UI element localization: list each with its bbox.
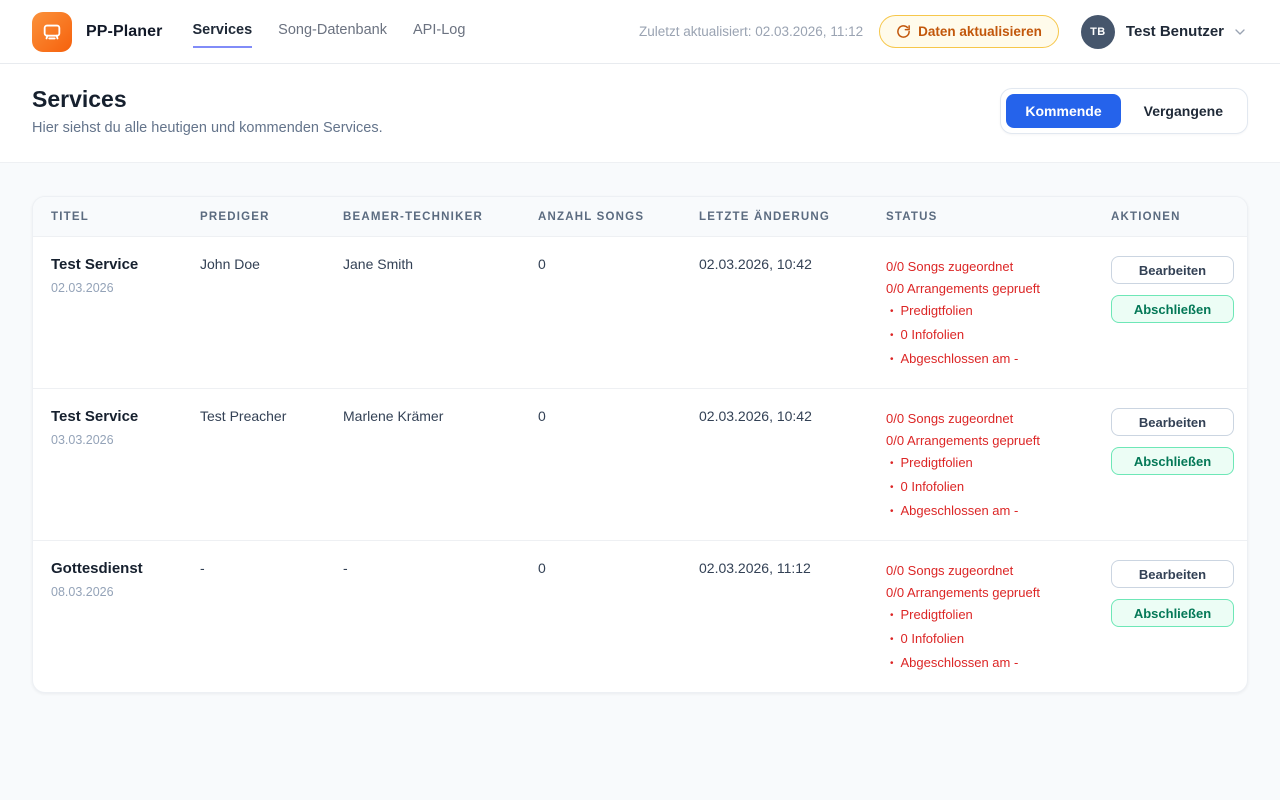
service-title: Test Service [51, 408, 172, 425]
anzahl-songs-cell: 0 [520, 541, 681, 692]
status-line: 0/0 Arrangements geprueft [886, 582, 1083, 604]
status-line: 0/0 Arrangements geprueft [886, 278, 1083, 300]
column-header-letzte-aenderung: Letzte Änderung [681, 197, 868, 236]
status-line: Abgeschlossen am - [886, 500, 1083, 524]
status-cell: 0/0 Songs zugeordnet 0/0 Arrangements ge… [868, 389, 1093, 540]
column-header-aktionen: Aktionen [1093, 197, 1247, 236]
nav-item-services[interactable]: Services [193, 16, 253, 48]
service-date: 03.03.2026 [51, 433, 172, 447]
anzahl-songs-cell: 0 [520, 389, 681, 540]
main-nav: Services Song-Datenbank API-Log [193, 16, 466, 48]
refresh-icon [896, 24, 911, 39]
actions-cell: Bearbeiten Abschließen [1093, 541, 1248, 692]
beamer-techniker-cell: Marlene Krämer [325, 389, 520, 540]
actions-cell: Bearbeiten Abschließen [1093, 389, 1248, 540]
status-line: Abgeschlossen am - [886, 652, 1083, 676]
prediger-cell: Test Preacher [182, 389, 325, 540]
status-cell: 0/0 Songs zugeordnet 0/0 Arrangements ge… [868, 237, 1093, 388]
letzte-aenderung-cell: 02.03.2026, 10:42 [681, 237, 868, 388]
table-row: Gottesdienst 08.03.2026 - - 0 02.03.2026… [33, 541, 1247, 692]
page-header: Services Hier siehst du alle heutigen un… [0, 64, 1280, 163]
table-header-row: Titel Prediger Beamer-Techniker Anzahl S… [33, 197, 1247, 237]
beamer-techniker-cell: Jane Smith [325, 237, 520, 388]
table-row: Test Service 02.03.2026 John Doe Jane Sm… [33, 237, 1247, 389]
status-line: 0 Infofolien [886, 324, 1083, 348]
prediger-cell: - [182, 541, 325, 692]
prediger-cell: John Doe [182, 237, 325, 388]
nav-item-api-log[interactable]: API-Log [413, 16, 465, 48]
user-name: Test Benutzer [1126, 23, 1224, 40]
letzte-aenderung-cell: 02.03.2026, 10:42 [681, 389, 868, 540]
service-title: Test Service [51, 256, 172, 273]
chevron-down-icon [1232, 24, 1248, 40]
top-navbar: PP-Planer Services Song-Datenbank API-Lo… [0, 0, 1280, 64]
filter-past-button[interactable]: Vergangene [1125, 94, 1242, 128]
services-table-card: Titel Prediger Beamer-Techniker Anzahl S… [32, 196, 1248, 693]
edit-button[interactable]: Bearbeiten [1111, 256, 1234, 284]
app-logo [32, 12, 72, 52]
filter-upcoming-button[interactable]: Kommende [1006, 94, 1120, 128]
service-title-cell: Test Service 03.03.2026 [33, 389, 182, 540]
status-line: Predigtfolien [886, 300, 1083, 324]
status-line: Abgeschlossen am - [886, 348, 1083, 372]
complete-button[interactable]: Abschließen [1111, 295, 1234, 323]
user-menu[interactable]: TB Test Benutzer [1081, 15, 1248, 49]
status-cell: 0/0 Songs zugeordnet 0/0 Arrangements ge… [868, 541, 1093, 692]
status-line: 0 Infofolien [886, 628, 1083, 652]
complete-button[interactable]: Abschließen [1111, 447, 1234, 475]
table-row: Test Service 03.03.2026 Test Preacher Ma… [33, 389, 1247, 541]
service-date: 02.03.2026 [51, 281, 172, 295]
brand-name: PP-Planer [86, 23, 163, 41]
column-header-beamer-techniker: Beamer-Techniker [325, 197, 520, 236]
actions-cell: Bearbeiten Abschließen [1093, 237, 1248, 388]
service-title-cell: Gottesdienst 08.03.2026 [33, 541, 182, 692]
last-updated-text: Zuletzt aktualisiert: 02.03.2026, 11:12 [639, 24, 863, 39]
complete-button[interactable]: Abschließen [1111, 599, 1234, 627]
main-content: Titel Prediger Beamer-Techniker Anzahl S… [0, 163, 1280, 726]
edit-button[interactable]: Bearbeiten [1111, 408, 1234, 436]
anzahl-songs-cell: 0 [520, 237, 681, 388]
beamer-techniker-cell: - [325, 541, 520, 692]
status-line: 0/0 Songs zugeordnet [886, 256, 1083, 278]
service-title-cell: Test Service 02.03.2026 [33, 237, 182, 388]
column-header-prediger: Prediger [182, 197, 325, 236]
page-title: Services [32, 86, 383, 113]
column-header-status: Status [868, 197, 1093, 236]
service-title: Gottesdienst [51, 560, 172, 577]
column-header-titel: Titel [33, 197, 182, 236]
column-header-anzahl-songs: Anzahl Songs [520, 197, 681, 236]
letzte-aenderung-cell: 02.03.2026, 11:12 [681, 541, 868, 692]
status-line: 0/0 Songs zugeordnet [886, 408, 1083, 430]
status-line: 0 Infofolien [886, 476, 1083, 500]
status-line: 0/0 Arrangements geprueft [886, 430, 1083, 452]
service-date: 08.03.2026 [51, 585, 172, 599]
status-line: Predigtfolien [886, 452, 1083, 476]
nav-item-song-datenbank[interactable]: Song-Datenbank [278, 16, 387, 48]
projector-icon [41, 21, 63, 43]
refresh-data-button[interactable]: Daten aktualisieren [879, 15, 1059, 48]
page-subtitle: Hier siehst du alle heutigen und kommend… [32, 120, 383, 136]
status-line: Predigtfolien [886, 604, 1083, 628]
filter-toggle-group: Kommende Vergangene [1000, 88, 1248, 134]
avatar: TB [1081, 15, 1115, 49]
edit-button[interactable]: Bearbeiten [1111, 560, 1234, 588]
status-line: 0/0 Songs zugeordnet [886, 560, 1083, 582]
refresh-button-label: Daten aktualisieren [918, 24, 1042, 39]
